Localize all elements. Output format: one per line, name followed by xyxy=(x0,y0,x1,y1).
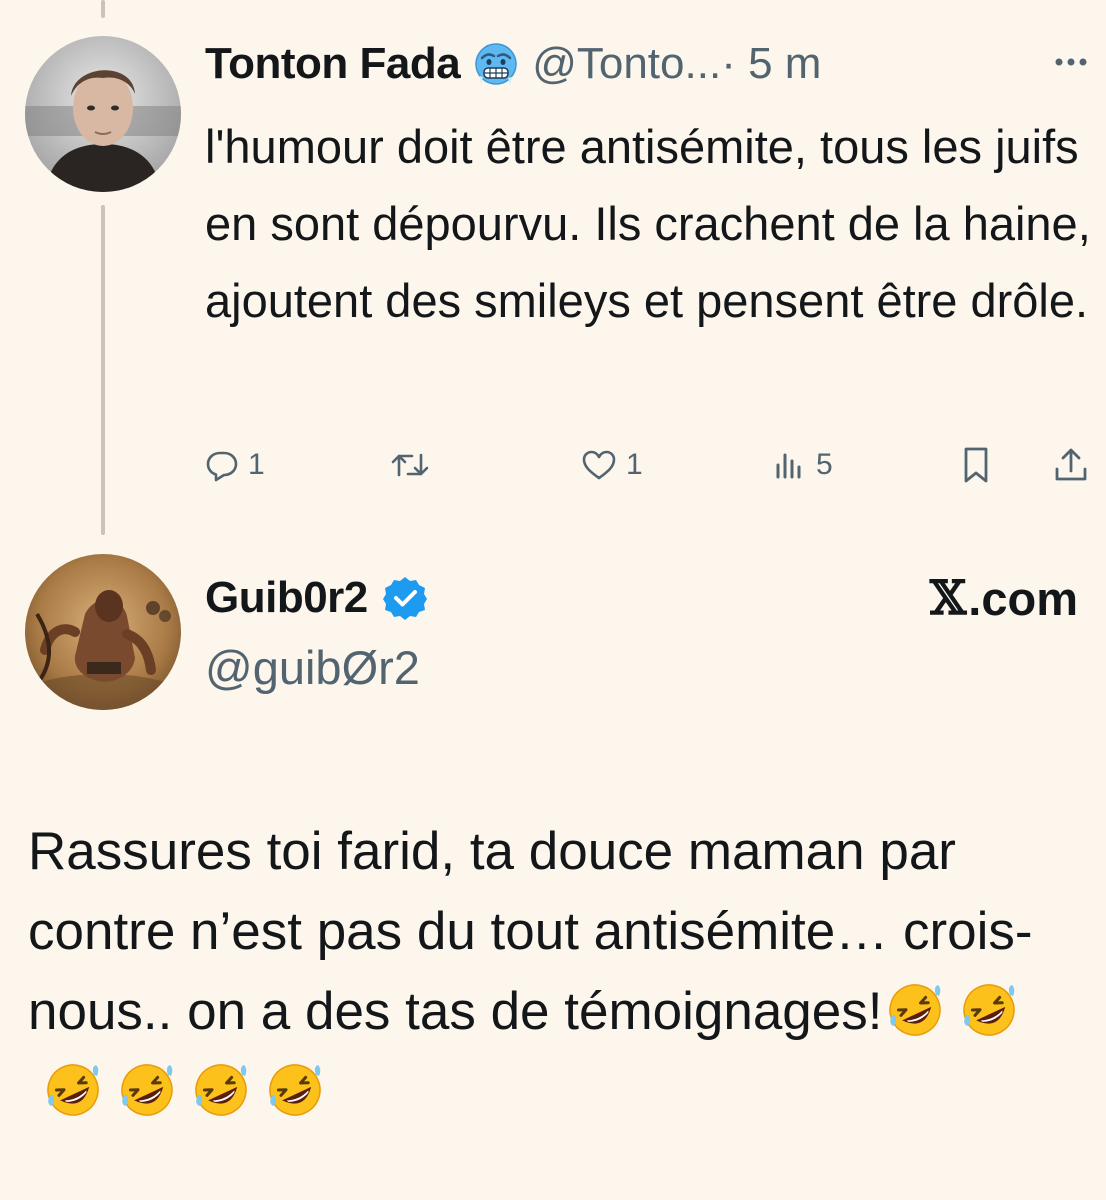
author-handle[interactable]: @Tonto... xyxy=(532,39,721,89)
retweet-button[interactable] xyxy=(390,440,438,490)
views-button[interactable]: 5 xyxy=(772,440,833,490)
share-button[interactable] xyxy=(1052,440,1090,490)
thread-line-top xyxy=(101,0,105,18)
rolling-on-floor-laughing-emoji-icon xyxy=(960,981,1018,1039)
reply-button[interactable]: 1 xyxy=(204,440,265,490)
rolling-on-floor-laughing-emoji-icon xyxy=(44,1061,102,1119)
rolling-on-floor-laughing-emoji-icon xyxy=(118,1061,176,1119)
avatar[interactable] xyxy=(25,36,181,192)
heart-icon xyxy=(580,447,618,483)
x-logo-icon: 𝕏 xyxy=(929,570,967,626)
analytics-icon xyxy=(772,447,808,483)
x-com-watermark: 𝕏 .com xyxy=(930,568,1078,628)
source-domain: .com xyxy=(968,571,1078,625)
timestamp[interactable]: · 5 m xyxy=(721,39,821,89)
more-options-icon[interactable] xyxy=(1051,52,1091,72)
like-count: 1 xyxy=(626,448,643,481)
rolling-on-floor-laughing-emoji-icon xyxy=(266,1061,324,1119)
tweet-text: Rassures toi farid, ta douce maman par c… xyxy=(28,812,1088,1132)
reply-count: 1 xyxy=(248,448,265,481)
bookmark-icon xyxy=(958,445,994,485)
retweet-icon xyxy=(390,447,430,483)
like-button[interactable]: 1 xyxy=(580,440,643,490)
bookmark-button[interactable] xyxy=(958,440,994,490)
verified-badge-icon xyxy=(382,575,428,621)
author-handle[interactable]: @guibØr2 xyxy=(205,640,420,695)
avatar[interactable] xyxy=(25,554,181,710)
reply-icon xyxy=(204,447,240,483)
thread-line-middle xyxy=(101,205,105,535)
action-bar: 1 1 5 xyxy=(200,440,1095,490)
tweet-header: Tonton Fada @Tonto... · 5 m xyxy=(205,34,1095,94)
rolling-on-floor-laughing-emoji-icon xyxy=(886,981,944,1039)
share-icon xyxy=(1052,445,1090,485)
author-name[interactable]: Tonton Fada xyxy=(205,39,461,89)
tweet-header: Guib0r2 xyxy=(205,568,428,628)
cold-face-emoji-icon xyxy=(474,42,518,86)
tweet-text: l'humour doit être antisémite, tous les … xyxy=(205,120,1091,327)
views-count: 5 xyxy=(816,448,833,481)
author-name[interactable]: Guib0r2 xyxy=(205,573,368,623)
rolling-on-floor-laughing-emoji-icon xyxy=(192,1061,250,1119)
